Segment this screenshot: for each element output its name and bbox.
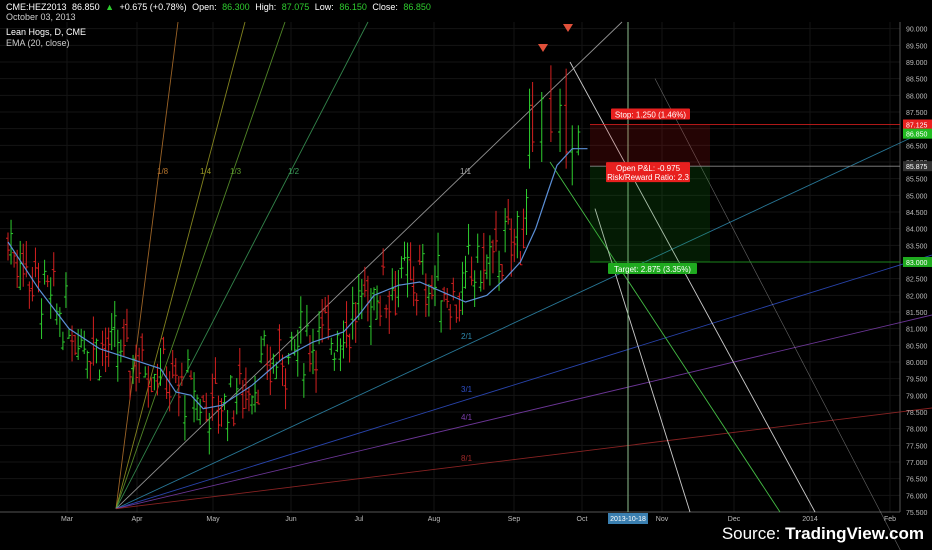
y-tick-label: 88.000 [906, 93, 928, 100]
y-tick-label: 80.500 [906, 343, 928, 350]
y-tick-label: 83.500 [906, 243, 928, 250]
x-tick-label: Aug [428, 516, 441, 523]
fan-label: 8/1 [461, 454, 473, 463]
y-tick-label: 85.500 [906, 177, 928, 184]
y-tick-label: 76.000 [906, 493, 928, 500]
source-prefix: Source: [721, 524, 786, 543]
fan-label: 3/1 [461, 385, 473, 394]
cursor-date-label: 2013-10-18 [610, 516, 646, 523]
fan-label: 1/3 [230, 167, 242, 176]
y-tick-label: 89.000 [906, 60, 928, 67]
y-tick-label: 79.500 [906, 377, 928, 384]
pnl-label-text: Open P&L: -0.975 [616, 164, 681, 173]
y-tick-label: 79.000 [906, 393, 928, 400]
x-tick-label: Mar [61, 516, 74, 523]
close-value: 86.850 [403, 2, 431, 12]
indicator-label: EMA (20, close) [6, 38, 70, 48]
ohlc-header: CME:HEZ2013 86.850 ▲ +0.675 (+0.78%) Ope… [6, 2, 434, 12]
high-label: High: [255, 2, 277, 12]
low-value: 86.150 [339, 2, 367, 12]
y-tick-label: 86.500 [906, 143, 928, 150]
close-label: Close: [372, 2, 398, 12]
y-tick-label: 81.500 [906, 310, 928, 317]
y-tick-label: 84.000 [906, 227, 928, 234]
x-tick-label: May [206, 516, 220, 523]
fan-label: 1/2 [288, 167, 300, 176]
y-tick-label: 77.000 [906, 460, 928, 467]
y-tick-label: 75.500 [906, 510, 928, 517]
instrument-label: Lean Hogs, D, CME [6, 27, 87, 37]
target-label-text: Target: 2.875 (3.35%) [614, 265, 691, 274]
symbol-label: CME:HEZ2013 [6, 2, 67, 12]
y-tick-label: 90.000 [906, 27, 928, 34]
x-tick-label: Jun [285, 516, 296, 523]
price-chart[interactable]: 1/8 1/4 1/3 1/2 1/1 2/1 3/1 4/1 8/1 Stop: 1.250 (… [0, 0, 932, 550]
down-arrow-icon [538, 44, 548, 52]
down-arrow-icon [563, 24, 573, 32]
y-tick-label: 77.500 [906, 443, 928, 450]
fan-label: 4/1 [461, 413, 473, 422]
low-label: Low: [314, 2, 334, 12]
fan-label: 1/1 [460, 167, 472, 176]
y-tick-label: 82.000 [906, 293, 928, 300]
source-credit: Source: TradingView.com [722, 524, 924, 544]
x-tick-label: Dec [728, 516, 741, 523]
open-label: Open: [192, 2, 217, 12]
date-label: October 03, 2013 [6, 12, 76, 22]
price-tag-label: 85.875 [906, 164, 928, 171]
y-tick-label: 85.000 [906, 193, 928, 200]
y-tick-label: 87.500 [906, 110, 928, 117]
price-tag-label: 83.000 [906, 260, 928, 267]
pnl-label-text: Risk/Reward Ratio: 2.3 [607, 173, 689, 182]
y-tick-label: 76.500 [906, 477, 928, 484]
y-tick-label: 88.500 [906, 77, 928, 84]
x-tick-label: Apr [132, 516, 144, 523]
change-label: +0.675 (+0.78%) [119, 2, 187, 12]
y-tick-label: 89.500 [906, 43, 928, 50]
price-tag-label: 86.850 [906, 132, 928, 139]
y-tick-label: 78.000 [906, 427, 928, 434]
y-tick-label: 80.000 [906, 360, 928, 367]
last-price: 86.850 [72, 2, 100, 12]
x-tick-label: Feb [884, 516, 896, 523]
high-value: 87.075 [281, 2, 310, 12]
x-tick-label: 2014 [802, 516, 818, 523]
fan-label: 1/8 [157, 167, 169, 176]
fan-label: 1/4 [200, 167, 212, 176]
up-arrow-icon: ▲ [105, 2, 115, 12]
x-tick-label: Nov [656, 516, 669, 523]
open-value: 86.300 [222, 2, 250, 12]
y-tick-label: 84.500 [906, 210, 928, 217]
fan-label: 2/1 [461, 332, 473, 341]
y-tick-label: 82.500 [906, 277, 928, 284]
stop-label-text: Stop: 1.250 (1.46%) [615, 111, 686, 120]
source-brand: TradingView.com [785, 524, 924, 543]
price-tag-label: 87.125 [906, 123, 928, 130]
stop-zone [590, 124, 710, 167]
y-tick-label: 78.500 [906, 410, 928, 417]
x-tick-label: Jul [355, 516, 364, 523]
x-tick-label: Oct [577, 516, 588, 523]
x-tick-label: Sep [508, 516, 521, 523]
y-tick-label: 81.000 [906, 327, 928, 334]
